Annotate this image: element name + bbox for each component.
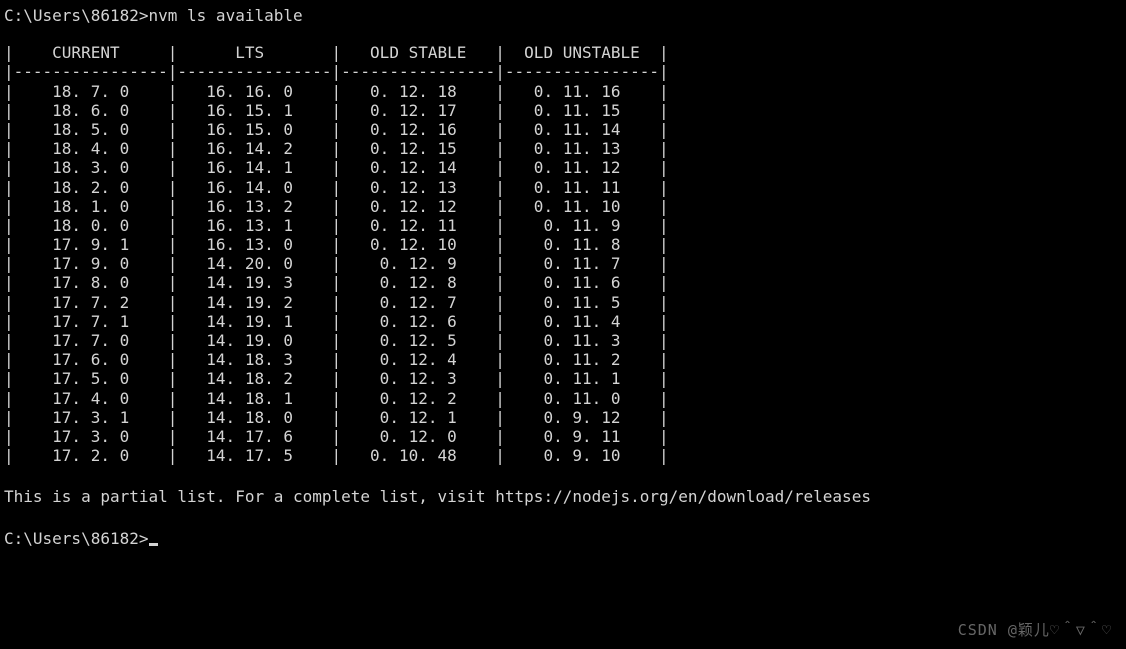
table-row: | 18. 4. 0 | 16. 14. 2 | 0. 12. 15 | 0. … <box>4 139 1122 158</box>
table-row: | 18. 7. 0 | 16. 16. 0 | 0. 12. 18 | 0. … <box>4 82 1122 101</box>
version-table: | CURRENT | LTS | OLD STABLE | OLD UNSTA… <box>4 43 1122 465</box>
table-row: | 17. 2. 0 | 14. 17. 5 | 0. 10. 48 | 0. … <box>4 446 1122 465</box>
table-divider: |----------------|----------------|-----… <box>4 62 1122 81</box>
table-row: | 17. 3. 1 | 14. 18. 0 | 0. 12. 1 | 0. 9… <box>4 408 1122 427</box>
table-row: | 17. 8. 0 | 14. 19. 3 | 0. 12. 8 | 0. 1… <box>4 273 1122 292</box>
table-row: | 18. 3. 0 | 16. 14. 1 | 0. 12. 14 | 0. … <box>4 158 1122 177</box>
table-row: | 17. 3. 0 | 14. 17. 6 | 0. 12. 0 | 0. 9… <box>4 427 1122 446</box>
table-row: | 17. 9. 0 | 14. 20. 0 | 0. 12. 9 | 0. 1… <box>4 254 1122 273</box>
watermark: CSDN @颖儿♡＾▽＾♡ <box>958 621 1112 639</box>
prompt-path: C:\Users\86182> <box>4 6 149 25</box>
table-row: | 17. 9. 1 | 16. 13. 0 | 0. 12. 10 | 0. … <box>4 235 1122 254</box>
command-line: C:\Users\86182>nvm ls available <box>4 6 1122 25</box>
footer-note: This is a partial list. For a complete l… <box>4 487 1122 506</box>
table-row: | 17. 7. 2 | 14. 19. 2 | 0. 12. 7 | 0. 1… <box>4 293 1122 312</box>
table-row: | 17. 4. 0 | 14. 18. 1 | 0. 12. 2 | 0. 1… <box>4 389 1122 408</box>
table-row: | 17. 7. 1 | 14. 19. 1 | 0. 12. 6 | 0. 1… <box>4 312 1122 331</box>
table-row: | 17. 7. 0 | 14. 19. 0 | 0. 12. 5 | 0. 1… <box>4 331 1122 350</box>
prompt-path: C:\Users\86182> <box>4 529 149 548</box>
table-row: | 18. 0. 0 | 16. 13. 1 | 0. 12. 11 | 0. … <box>4 216 1122 235</box>
cursor-icon <box>149 543 158 546</box>
table-header: | CURRENT | LTS | OLD STABLE | OLD UNSTA… <box>4 43 1122 62</box>
table-row: | 18. 5. 0 | 16. 15. 0 | 0. 12. 16 | 0. … <box>4 120 1122 139</box>
command-prompt[interactable]: C:\Users\86182> <box>4 529 1122 548</box>
table-row: | 17. 5. 0 | 14. 18. 2 | 0. 12. 3 | 0. 1… <box>4 369 1122 388</box>
table-row: | 18. 1. 0 | 16. 13. 2 | 0. 12. 12 | 0. … <box>4 197 1122 216</box>
table-row: | 18. 2. 0 | 16. 14. 0 | 0. 12. 13 | 0. … <box>4 178 1122 197</box>
command-text: nvm ls available <box>149 6 303 25</box>
table-row: | 18. 6. 0 | 16. 15. 1 | 0. 12. 17 | 0. … <box>4 101 1122 120</box>
table-row: | 17. 6. 0 | 14. 18. 3 | 0. 12. 4 | 0. 1… <box>4 350 1122 369</box>
